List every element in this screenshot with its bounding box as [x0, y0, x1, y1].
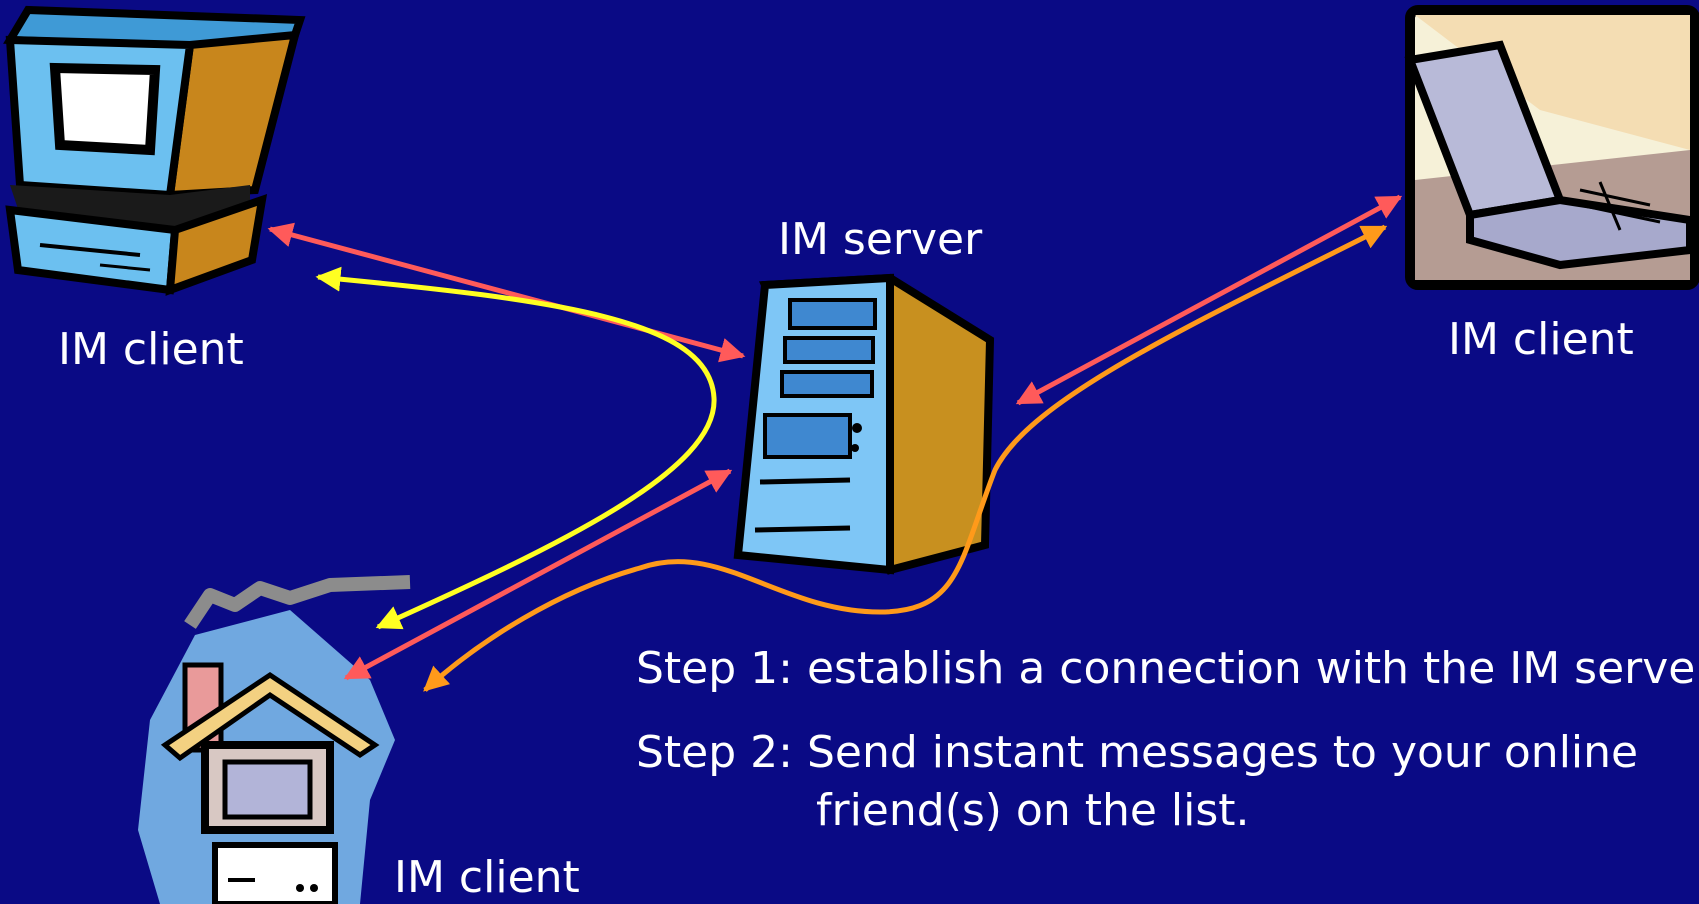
arrow-server-to-client-tl — [267, 222, 746, 363]
server-label: IM server — [778, 214, 983, 265]
client-label-top-right: IM client — [1448, 314, 1634, 365]
step-1-text: Step 1: establish a connection with the … — [636, 643, 1699, 694]
step-2-text: Step 2: Send instant messages to your on… — [636, 724, 1638, 840]
step-2-line-2: friend(s) on the list. — [816, 785, 1250, 836]
client-label-bottom-left: IM client — [394, 852, 580, 903]
tower-server-icon — [733, 273, 995, 575]
arrow-yellow-tl-to-bl — [315, 266, 717, 630]
home-computer-icon — [138, 575, 411, 904]
laptop-icon — [1404, 5, 1699, 290]
client-label-top-left: IM client — [58, 324, 244, 375]
arrow-server-to-client-tr — [1015, 194, 1403, 406]
desktop-computer-icon — [3, 5, 306, 296]
step-2-line-1: Step 2: Send instant messages to your on… — [636, 727, 1639, 778]
